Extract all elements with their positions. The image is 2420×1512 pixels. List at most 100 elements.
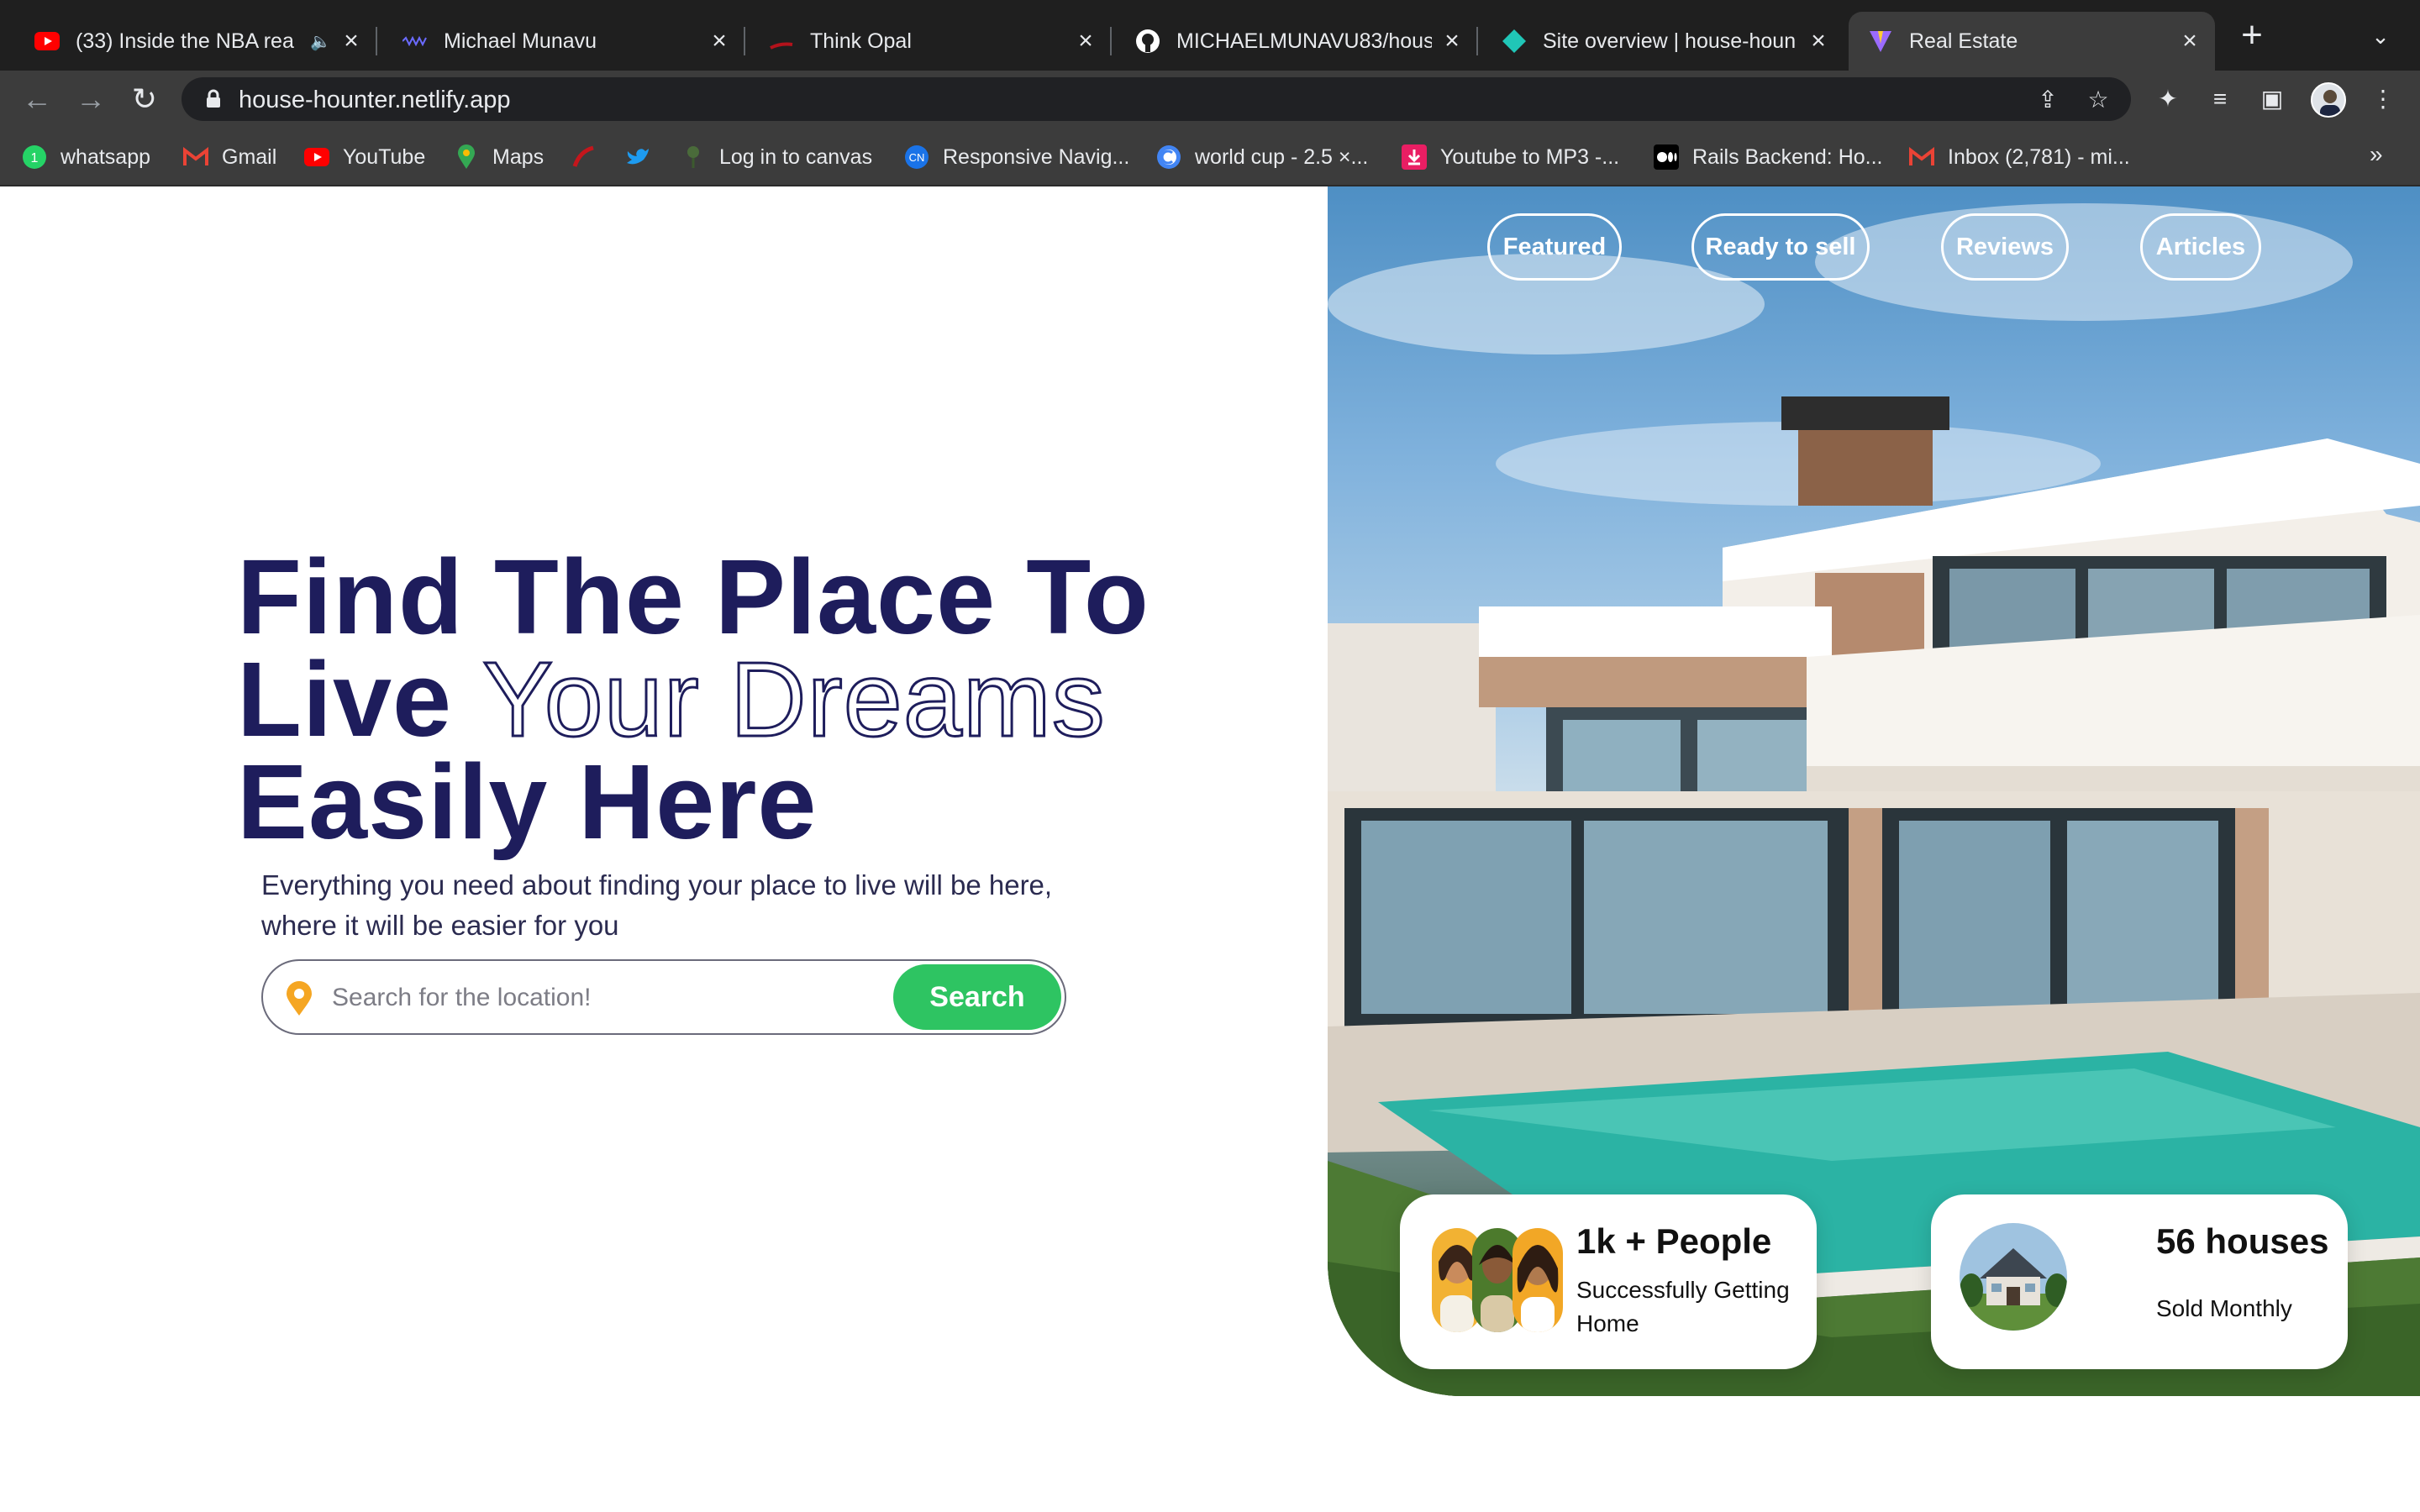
bookmark-label: Gmail (222, 144, 277, 169)
houses-stat-card: 56 houses Sold Monthly (1931, 1194, 2348, 1369)
hero-title-line3: Easily Here (237, 743, 818, 861)
bookmark-label: Maps (492, 144, 544, 169)
github-icon (1134, 28, 1161, 55)
people-stat-card: 1k + People Successfully Getting Home (1400, 1194, 1817, 1369)
browser-toolbar: ← → ↻ house-hounter.netlify.app ⇪ ☆ ✦ ≡ … (0, 71, 2420, 128)
hero-description-line2: where it will be easier for you (261, 910, 619, 941)
maps-icon (454, 144, 479, 170)
people-stat-title: 1k + People (1576, 1221, 1772, 1261)
close-tab-icon[interactable]: × (1074, 29, 1097, 54)
address-bar[interactable]: house-hounter.netlify.app ⇪ ☆ (182, 77, 2131, 121)
back-button[interactable]: ← (20, 82, 54, 116)
tab-search-chevron-icon[interactable]: ⌄ (2366, 22, 2395, 50)
search-button[interactable]: Search (893, 964, 1061, 1030)
browser-tab-github[interactable]: MICHAELMUNAVU83/housi × (1116, 12, 1478, 71)
bookmark-label: Inbox (2,781) - mi... (1948, 144, 2130, 169)
close-tab-icon[interactable]: × (2178, 29, 2202, 54)
twitter-icon (625, 144, 650, 170)
bookmark-label: YouTube (343, 144, 426, 169)
speaker-icon[interactable]: 🔈 (310, 31, 331, 52)
bookmark-label: Youtube to MP3 -... (1440, 144, 1620, 169)
side-panel-icon[interactable]: ▣ (2259, 86, 2286, 113)
nav-link-reviews[interactable]: Reviews (1941, 213, 2069, 281)
share-icon[interactable]: ⇪ (2035, 87, 2060, 113)
bookmark-whatsapp[interactable]: 1 whatsapp (22, 143, 150, 171)
tab-title: MICHAELMUNAVU83/housi (1176, 29, 1432, 53)
bookmark-maps[interactable]: Maps (454, 143, 544, 171)
close-tab-icon[interactable]: × (1807, 29, 1830, 54)
people-stat-subtitle-line2: Home (1576, 1310, 1639, 1336)
bookmark-label: Rails Backend: Ho... (1692, 144, 1883, 169)
bookmark-label: Responsive Navig... (943, 144, 1130, 169)
medium-icon (1654, 144, 1679, 170)
bookmark-twitter[interactable] (625, 143, 664, 171)
nav-link-ready-to-sell[interactable]: Ready to sell (1691, 213, 1870, 281)
houses-stat-title: 56 houses (2156, 1221, 2329, 1261)
forward-button[interactable]: → (74, 82, 108, 116)
nav-link-featured[interactable]: Featured (1487, 213, 1622, 281)
hero-title: Find The Place To Live Your Dreams Easil… (237, 544, 1279, 855)
svg-text:1: 1 (31, 151, 39, 165)
more-bookmarks-chevron-icon[interactable]: » (2370, 141, 2383, 168)
people-stat-subtitle-line1: Successfully Getting (1576, 1277, 1790, 1303)
gmail-icon (183, 144, 208, 170)
reload-button[interactable]: ↻ (128, 82, 161, 116)
url-text[interactable]: house-hounter.netlify.app (239, 87, 511, 114)
people-stat-subtitle: Successfully Getting Home (1576, 1273, 1790, 1341)
chrome-icon (1156, 144, 1181, 170)
hero-title-live: Live (237, 640, 453, 759)
hero-title-outline: Your Dreams (481, 640, 1107, 759)
bookmark-rails-backend[interactable]: Rails Backend: Ho... (1654, 143, 1883, 171)
browser-tab-think-opal[interactable]: Think Opal × (750, 12, 1112, 71)
browser-tab-netlify[interactable]: Site overview | house-houn × (1482, 12, 1844, 71)
bookmark-world-cup[interactable]: world cup - 2.5 ×... (1156, 143, 1368, 171)
bookmark-red[interactable] (571, 143, 610, 171)
browser-tab-real-estate[interactable]: Real Estate × (1849, 12, 2215, 71)
tab-title: Michael Munavu (444, 29, 597, 53)
customer-avatar (1512, 1228, 1563, 1332)
houses-stat-subtitle: Sold Monthly (2156, 1295, 2292, 1321)
new-tab-button[interactable]: + (2235, 17, 2269, 54)
media-control-icon[interactable]: ≡ (2207, 86, 2233, 113)
gmail-icon (1909, 144, 1934, 170)
tab-title: (33) Inside the NBA rea (76, 29, 294, 53)
nav-link-articles[interactable]: Articles (2140, 213, 2261, 281)
opal-icon (768, 28, 795, 55)
close-tab-icon[interactable]: × (708, 29, 731, 54)
bookmark-star-icon[interactable]: ☆ (2086, 87, 2111, 113)
hero-description: Everything you need about finding your p… (261, 865, 1102, 946)
lock-icon[interactable] (203, 89, 224, 109)
youtube-icon (34, 28, 60, 55)
youtube-icon (304, 144, 329, 170)
hero-title-line1: Find The Place To (237, 538, 1150, 656)
bookmark-responsive-nav[interactable]: CN Responsive Navig... (904, 143, 1129, 171)
bookmarks-bar: 1 whatsapp Gmail YouTube Maps Log in to … (0, 128, 2420, 186)
bookmark-youtube[interactable]: YouTube (304, 143, 425, 171)
tab-title: Real Estate (1909, 29, 2018, 53)
tab-separator (1476, 27, 1478, 55)
location-search-bar: Search (261, 959, 1066, 1035)
site-icon (402, 28, 429, 55)
netlify-icon (1501, 28, 1528, 55)
codepen-icon: CN (904, 144, 929, 170)
profile-avatar[interactable] (2311, 82, 2346, 118)
svg-text:CN: CN (909, 151, 925, 164)
browser-tab-strip: (33) Inside the NBA rea 🔈 × Michael Muna… (0, 0, 2420, 71)
bookmark-label: Log in to canvas (719, 144, 873, 169)
bookmark-inbox[interactable]: Inbox (2,781) - mi... (1909, 143, 2130, 171)
browser-tab-michael[interactable]: Michael Munavu × (383, 12, 745, 71)
bookmark-canvas[interactable]: Log in to canvas (681, 143, 872, 171)
browser-tab-youtube[interactable]: (33) Inside the NBA rea 🔈 × (15, 12, 377, 71)
tab-separator (1110, 27, 1112, 55)
hero-description-line1: Everything you need about finding your p… (261, 869, 1053, 900)
tab-title: Site overview | house-houn (1543, 29, 1797, 53)
chrome-menu-icon[interactable]: ⋮ (2370, 86, 2396, 113)
canvas-icon (681, 144, 706, 170)
close-tab-icon[interactable]: × (339, 29, 363, 54)
bookmark-gmail[interactable]: Gmail (183, 143, 276, 171)
close-tab-icon[interactable]: × (1440, 29, 1464, 54)
bookmark-youtube-mp3[interactable]: Youtube to MP3 -... (1402, 143, 1619, 171)
extensions-icon[interactable]: ✦ (2154, 86, 2181, 113)
location-pin-icon (287, 981, 312, 1016)
location-search-input[interactable] (332, 979, 870, 1016)
